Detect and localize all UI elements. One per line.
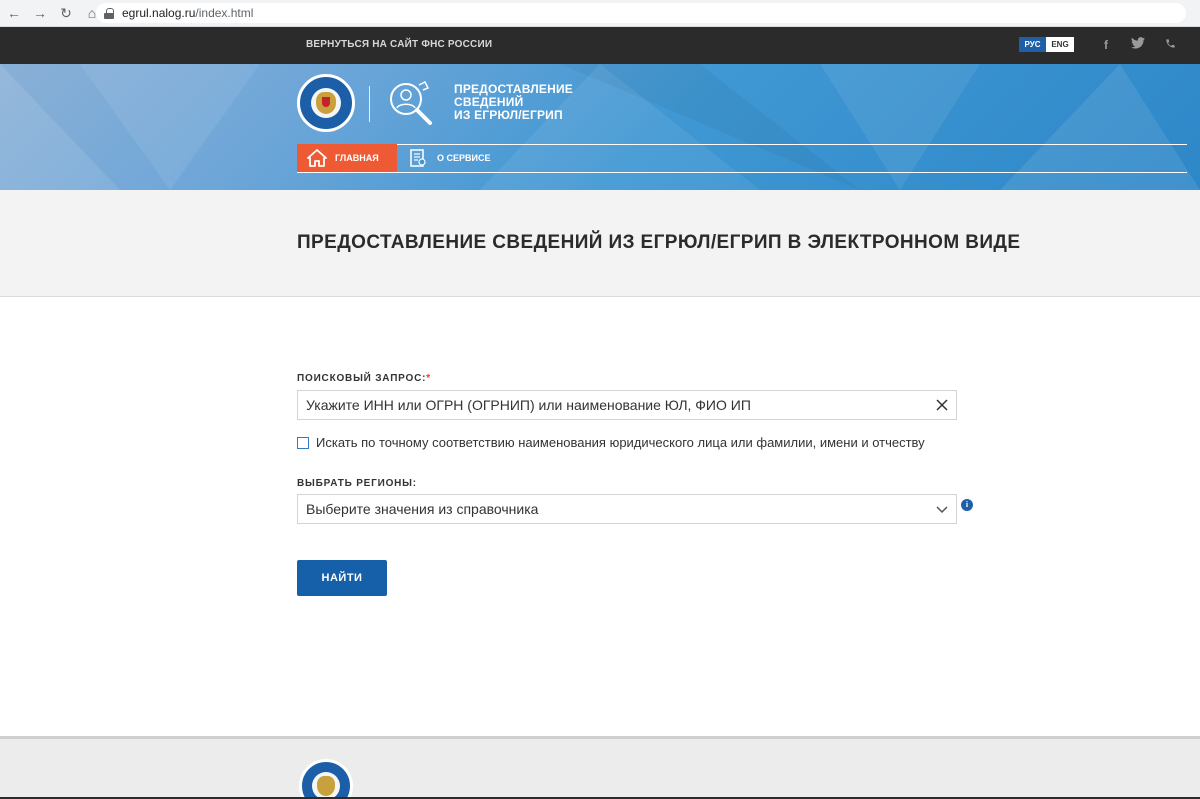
title-section: ПРЕДОСТАВЛЕНИЕ СВЕДЕНИЙ ИЗ ЕГРЮЛ/ЕГРИП В… (0, 190, 1200, 297)
query-label: ПОИСКОВЫЙ ЗАПРОС:* (297, 373, 431, 384)
site-footer (0, 736, 1200, 799)
forward-arrow-icon[interactable]: → (28, 2, 52, 24)
main-nav: ГЛАВНАЯ О СЕРВИСЕ (297, 144, 517, 172)
regions-label: ВЫБРАТЬ РЕГИОНЫ: (297, 478, 417, 489)
service-title: ПРЕДОСТАВЛЕНИЕ СВЕДЕНИЙ ИЗ ЕГРЮЛ/ЕГРИП (454, 83, 614, 122)
document-icon (410, 149, 426, 167)
nav-item-main-label: ГЛАВНАЯ (335, 153, 379, 163)
footer-fns-logo (299, 759, 353, 799)
lang-ru-button[interactable]: РУС (1019, 37, 1046, 52)
header-divider (369, 86, 370, 122)
required-mark: * (426, 373, 431, 384)
exact-match-checkbox[interactable] (297, 437, 309, 449)
clear-icon[interactable] (936, 399, 948, 411)
house-icon (307, 149, 327, 167)
page-title: ПРЕДОСТАВЛЕНИЕ СВЕДЕНИЙ ИЗ ЕГРЮЛ/ЕГРИП В… (297, 232, 1021, 253)
nav-bottom-line (297, 172, 1187, 173)
lock-icon (104, 7, 114, 19)
phone-icon[interactable] (1161, 37, 1179, 53)
nav-item-about-label: О СЕРВИСЕ (437, 153, 491, 163)
search-input-placeholder: Укажите ИНН или ОГРН (ОГРНИП) или наимен… (306, 397, 751, 413)
lang-en-button[interactable]: ENG (1046, 37, 1074, 52)
back-to-fns-link[interactable]: ВЕРНУТЬСЯ НА САЙТ ФНС РОССИИ (306, 39, 492, 50)
url-host: egrul.nalog.ru (122, 6, 196, 20)
back-arrow-icon[interactable]: ← (2, 2, 26, 24)
exact-match-label[interactable]: Искать по точному соответствию наименова… (316, 435, 925, 450)
address-bar[interactable]: egrul.nalog.ru/index.html (96, 3, 1186, 23)
service-icon (390, 80, 432, 125)
service-title-line-3: ИЗ ЕГРЮЛ/ЕГРИП (454, 108, 563, 122)
nav-item-about[interactable]: О СЕРВИСЕ (397, 144, 517, 172)
twitter-icon[interactable] (1129, 37, 1147, 53)
site-header: ПРЕДОСТАВЛЕНИЕ СВЕДЕНИЙ ИЗ ЕГРЮЛ/ЕГРИП Г… (0, 64, 1200, 190)
url-text: egrul.nalog.ru/index.html (122, 6, 253, 20)
regions-select[interactable]: Выберите значения из справочника (297, 494, 957, 524)
url-path: /index.html (195, 6, 254, 20)
nav-item-main[interactable]: ГЛАВНАЯ (297, 144, 397, 172)
search-input[interactable]: Укажите ИНН или ОГРН (ОГРНИП) или наимен… (297, 390, 957, 420)
facebook-icon[interactable]: f (1097, 37, 1115, 53)
top-bar: ВЕРНУТЬСЯ НА САЙТ ФНС РОССИИ РУС ENG f (0, 27, 1200, 64)
regions-select-placeholder: Выберите значения из справочника (306, 501, 539, 517)
search-button[interactable]: НАЙТИ (297, 560, 387, 596)
browser-toolbar: ← → ↻ ⌂ egrul.nalog.ru/index.html (0, 0, 1200, 27)
reload-icon[interactable]: ↻ (54, 2, 78, 24)
info-icon[interactable]: i (961, 499, 973, 511)
fns-logo[interactable] (297, 74, 355, 132)
chevron-down-icon (936, 506, 948, 514)
query-label-text: ПОИСКОВЫЙ ЗАПРОС: (297, 373, 427, 384)
